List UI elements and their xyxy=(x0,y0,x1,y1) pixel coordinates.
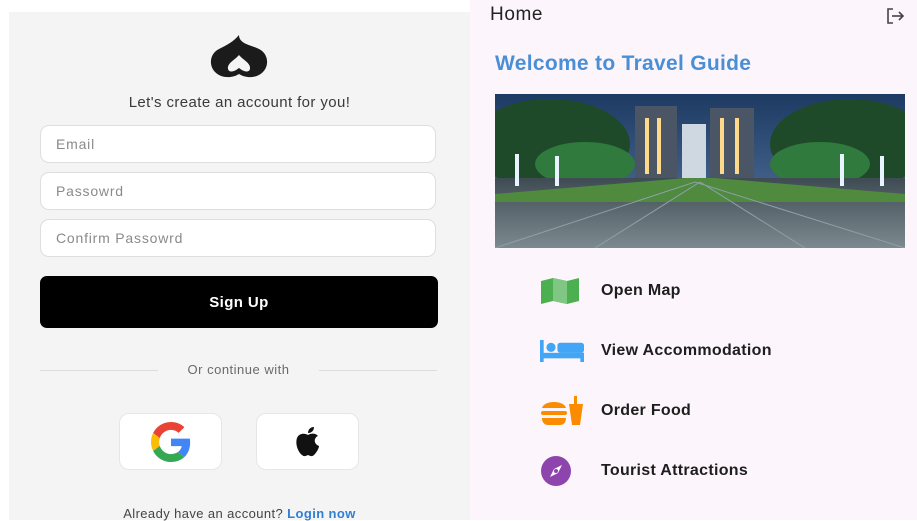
already-account-text: Already have an account? xyxy=(123,506,284,521)
password-placeholder: Passowrd xyxy=(56,183,124,199)
login-prompt: Already have an account? Login now xyxy=(9,506,470,521)
menu-item-open-map[interactable]: Open Map xyxy=(540,274,900,308)
divider-right xyxy=(319,370,437,371)
signup-tagline: Let's create an account for you! xyxy=(128,94,351,111)
google-signin-button[interactable] xyxy=(119,413,222,470)
home-screen: Home Welcome to Travel Guide Open Map Vi… xyxy=(470,0,917,520)
menu-item-order-food[interactable]: Order Food xyxy=(540,394,900,428)
menu-item-view-accommodation[interactable]: View Accommodation xyxy=(540,334,900,368)
menu-label: View Accommodation xyxy=(601,342,772,359)
menu-label: Open Map xyxy=(601,282,681,299)
confirm-password-field[interactable]: Confirm Passowrd xyxy=(40,219,436,257)
apple-icon xyxy=(295,426,319,456)
compass-icon xyxy=(540,454,584,488)
login-now-link[interactable]: Login now xyxy=(287,506,356,521)
password-field[interactable]: Passowrd xyxy=(40,172,436,210)
hero-city-image xyxy=(495,94,905,248)
map-icon xyxy=(540,274,584,308)
email-placeholder: Email xyxy=(56,136,96,152)
logout-icon[interactable] xyxy=(884,5,906,27)
divider-left xyxy=(40,370,158,371)
confirm-password-placeholder: Confirm Passowrd xyxy=(56,230,184,246)
app-logo-icon xyxy=(210,35,268,78)
menu-label: Order Food xyxy=(601,402,692,419)
menu-item-tourist-attractions[interactable]: Tourist Attractions xyxy=(540,454,900,488)
sign-up-button[interactable]: Sign Up xyxy=(40,276,438,328)
menu-label: Tourist Attractions xyxy=(601,462,749,479)
page-title: Home xyxy=(490,4,544,25)
fast-food-icon xyxy=(540,394,584,428)
email-field[interactable]: Email xyxy=(40,125,436,163)
signup-screen: Let's create an account for you! Email P… xyxy=(9,12,470,521)
continue-with-text: Or continue with xyxy=(187,362,290,377)
welcome-heading: Welcome to Travel Guide xyxy=(495,52,752,75)
hotel-bed-icon xyxy=(540,334,584,368)
google-icon xyxy=(150,421,190,462)
apple-signin-button[interactable] xyxy=(256,413,359,470)
